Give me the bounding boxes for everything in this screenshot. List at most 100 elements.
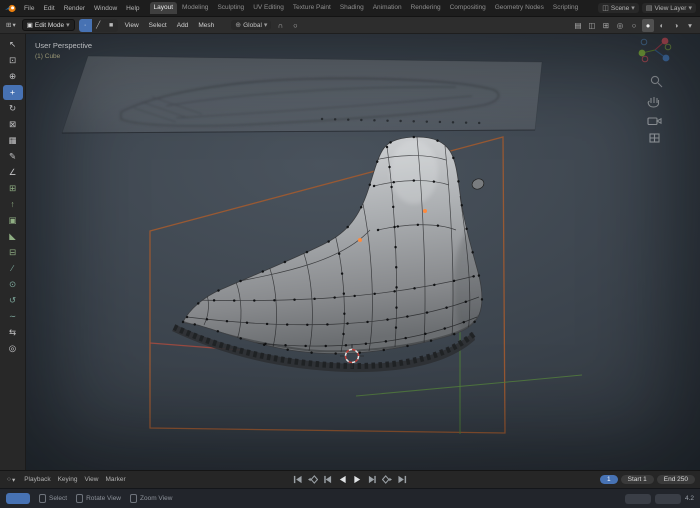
step-forward-button[interactable] — [366, 474, 379, 486]
tool-add-cube[interactable]: ⊞ — [3, 181, 23, 196]
measure-icon: ∠ — [9, 168, 17, 177]
tool-knife[interactable]: ∕ — [3, 261, 23, 276]
tool-spin[interactable]: ↺ — [3, 293, 23, 308]
tool-smooth[interactable]: ∼ — [3, 309, 23, 324]
scene-selector[interactable]: ◫ Scene ▾ — [598, 3, 639, 13]
snap-magnet-icon[interactable]: ∩ — [274, 19, 286, 32]
zoom-icon[interactable] — [651, 76, 662, 87]
tool-edge-slide[interactable]: ⇆ — [3, 325, 23, 340]
frame-end-field[interactable]: End 250 — [657, 475, 695, 484]
selected-vertex[interactable] — [423, 209, 427, 213]
tab-uv-editing[interactable]: UV Editing — [249, 2, 288, 14]
tool-annotate[interactable]: ✎ — [3, 149, 23, 164]
menu-view[interactable]: View — [84, 476, 98, 483]
shoe-last-mesh[interactable] — [172, 137, 494, 372]
show-gizmo-icon[interactable]: ▤ — [572, 19, 584, 32]
tab-animation[interactable]: Animation — [369, 2, 406, 14]
play-button[interactable] — [351, 474, 364, 486]
next-keyframe-button[interactable] — [381, 474, 394, 486]
menu-help[interactable]: Help — [122, 3, 143, 14]
gizmo-z-negative[interactable] — [641, 39, 647, 45]
menu-mesh[interactable]: Mesh — [195, 21, 217, 30]
shading-wireframe-icon[interactable]: ○ — [628, 19, 640, 32]
jump-start-button[interactable] — [291, 474, 304, 486]
menu-add[interactable]: Add — [174, 21, 192, 30]
jump-end-button[interactable] — [396, 474, 409, 486]
face-select-button[interactable]: ■ — [105, 19, 118, 32]
tab-texture-paint[interactable]: Texture Paint — [289, 2, 335, 14]
camera-view-icon[interactable] — [648, 118, 661, 125]
gizmo-y-negative[interactable] — [665, 44, 671, 50]
reference-image-plane[interactable] — [62, 56, 542, 133]
tab-shading[interactable]: Shading — [336, 2, 368, 14]
menu-keying[interactable]: Keying — [58, 476, 78, 483]
blender-logo-icon[interactable] — [4, 2, 17, 14]
shading-material-icon[interactable]: ◐ — [656, 19, 668, 32]
pan-hand-icon[interactable] — [648, 97, 658, 107]
menu-window[interactable]: Window — [90, 3, 121, 14]
tool-inset-faces[interactable]: ▣ — [3, 213, 23, 228]
tab-scripting[interactable]: Scripting — [549, 2, 582, 14]
selected-vertex[interactable] — [358, 238, 362, 242]
tool-bevel[interactable]: ◣ — [3, 229, 23, 244]
menu-edit[interactable]: Edit — [39, 3, 58, 14]
navigation-gizmo[interactable] — [639, 38, 671, 62]
tool-select-tweak[interactable]: ↖ — [3, 37, 23, 52]
view-layer-selector[interactable]: ▤ View Layer ▾ — [642, 3, 696, 13]
shading-rendered-icon[interactable]: ◑ — [670, 19, 682, 32]
spin-icon: ↺ — [9, 296, 16, 305]
mode-selector[interactable]: ▣ Edit Mode ▾ — [22, 19, 75, 31]
globe-icon: ⊕ — [235, 21, 241, 29]
menu-playback[interactable]: Playback — [24, 476, 50, 483]
gizmo-z-axis[interactable] — [663, 55, 670, 62]
step-back-button[interactable] — [321, 474, 334, 486]
shading-solid-icon[interactable]: ● — [642, 19, 654, 32]
orientation-selector[interactable]: ⊕ Global ▾ — [231, 20, 271, 30]
overlays-icon[interactable]: ◫ — [586, 19, 598, 32]
frame-start-field[interactable]: Start 1 — [621, 475, 654, 484]
menu-view[interactable]: View — [122, 21, 142, 30]
chevron-down-icon: ▾ — [12, 21, 15, 29]
gizmo-y-axis[interactable] — [639, 50, 646, 57]
tool-measure[interactable]: ∠ — [3, 165, 23, 180]
editor-type-button[interactable]: ⊞ ▾ — [4, 20, 18, 30]
visibility-icon[interactable]: ◎ — [614, 19, 626, 32]
gizmo-x-axis[interactable] — [662, 38, 669, 45]
perspective-toggle-icon[interactable] — [650, 134, 659, 142]
tab-sculpting[interactable]: Sculpting — [213, 2, 248, 14]
cursor-icon: ⊕ — [9, 72, 16, 81]
current-frame-field[interactable]: 1 — [600, 475, 618, 484]
keymap-hint: Select — [39, 494, 67, 503]
viewport-canvas[interactable] — [26, 34, 700, 470]
tool-cursor[interactable]: ⊕ — [3, 69, 23, 84]
shading-dropdown-icon[interactable]: ▾ — [684, 19, 696, 32]
tool-poly-build[interactable]: ⊙ — [3, 277, 23, 292]
vertex-select-button[interactable]: ∙ — [79, 19, 92, 32]
proportional-edit-icon[interactable]: ○ — [289, 19, 301, 32]
play-reverse-button[interactable] — [336, 474, 349, 486]
tool-scale[interactable]: ⊠ — [3, 117, 23, 132]
tool-move[interactable]: + — [3, 85, 23, 100]
menu-marker[interactable]: Marker — [105, 476, 125, 483]
edge-select-button[interactable]: ╱ — [92, 19, 105, 32]
tool-loop-cut[interactable]: ⊟ — [3, 245, 23, 260]
tab-modeling[interactable]: Modeling — [178, 2, 212, 14]
xray-toggle-icon[interactable]: ⊞ — [600, 19, 612, 32]
prev-keyframe-button[interactable] — [306, 474, 319, 486]
menu-render[interactable]: Render — [60, 3, 89, 14]
menu-file[interactable]: File — [20, 3, 38, 14]
tool-transform[interactable]: ▦ — [3, 133, 23, 148]
tool-rotate[interactable]: ↻ — [3, 101, 23, 116]
tab-layout[interactable]: Layout — [150, 2, 178, 14]
menu-select[interactable]: Select — [146, 21, 170, 30]
viewport-3d[interactable]: User Perspective (1) Cube — [26, 34, 700, 470]
tab-compositing[interactable]: Compositing — [446, 2, 490, 14]
statusbar-accent-chip[interactable] — [6, 493, 30, 504]
tool-select-box[interactable]: ⊡ — [3, 53, 23, 68]
tab-rendering[interactable]: Rendering — [407, 2, 445, 14]
tool-extrude-region[interactable]: ↑ — [3, 197, 23, 212]
timeline-editor-button[interactable]: ○ ▾ — [5, 475, 17, 485]
tab-geometry-nodes[interactable]: Geometry Nodes — [491, 2, 548, 14]
tool-shrink-fatten[interactable]: ◎ — [3, 341, 23, 356]
gizmo-x-negative[interactable] — [642, 56, 648, 62]
